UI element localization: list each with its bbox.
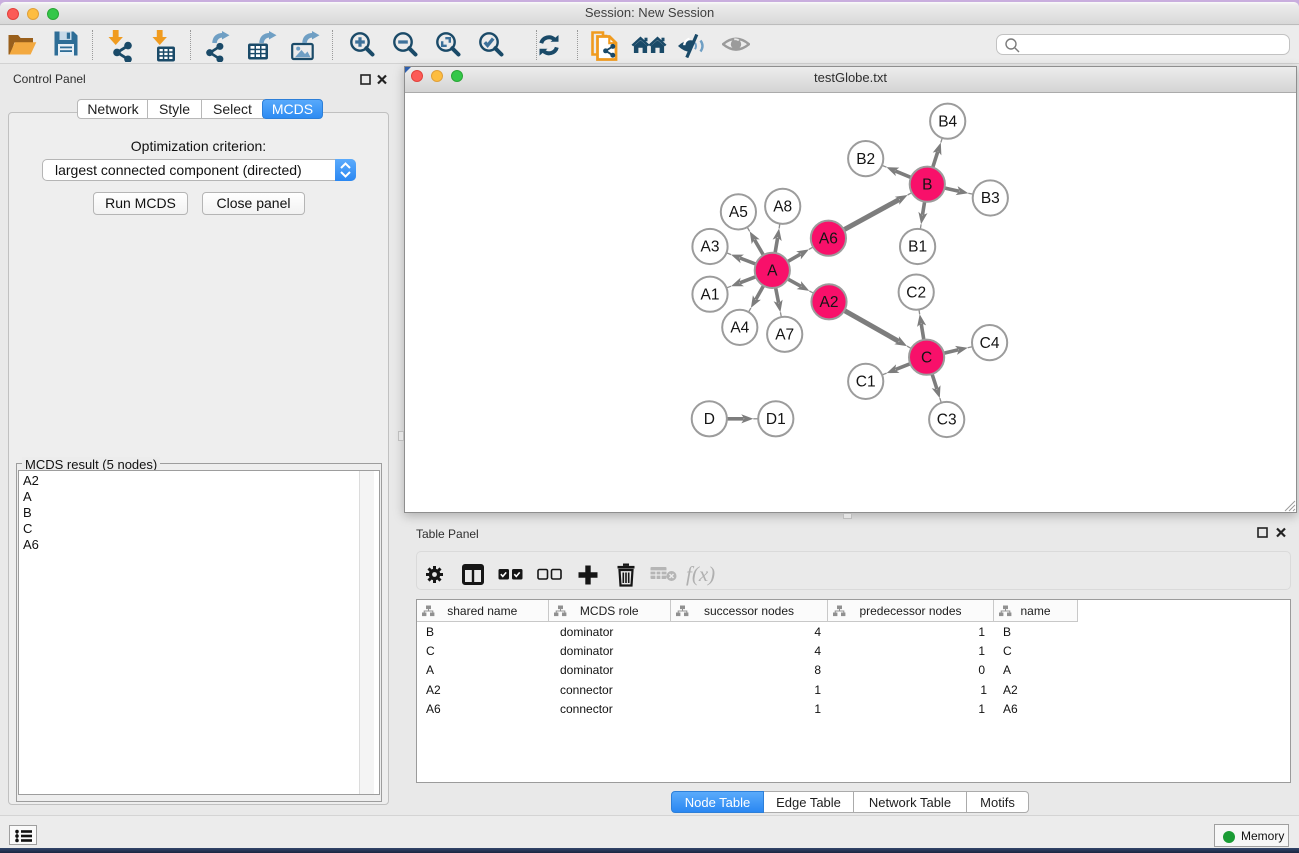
svg-text:A1: A1 — [701, 286, 720, 303]
svg-text:B3: B3 — [981, 190, 1000, 207]
svg-text:B2: B2 — [856, 150, 875, 167]
svg-text:B: B — [922, 176, 932, 193]
svg-text:B4: B4 — [938, 113, 957, 130]
svg-text:C1: C1 — [856, 373, 876, 390]
svg-text:A: A — [767, 262, 778, 279]
svg-text:A3: A3 — [701, 238, 720, 255]
svg-text:D1: D1 — [766, 411, 786, 428]
svg-text:A5: A5 — [729, 204, 748, 221]
svg-text:C: C — [921, 349, 932, 366]
svg-text:C2: C2 — [906, 284, 926, 301]
svg-text:B1: B1 — [908, 238, 927, 255]
svg-text:A7: A7 — [775, 326, 794, 343]
svg-text:A6: A6 — [819, 230, 838, 247]
svg-text:C4: C4 — [980, 334, 1000, 351]
svg-text:A8: A8 — [773, 198, 792, 215]
svg-text:D: D — [704, 411, 715, 428]
svg-text:A4: A4 — [730, 319, 749, 336]
svg-text:C3: C3 — [937, 411, 957, 428]
svg-text:A2: A2 — [820, 294, 839, 311]
